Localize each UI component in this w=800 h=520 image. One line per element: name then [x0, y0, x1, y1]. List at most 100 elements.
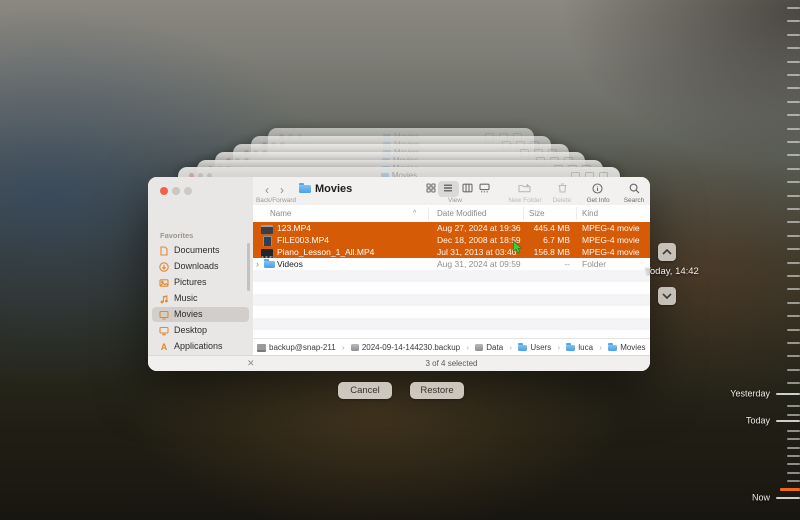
- sidebar-item-pictures[interactable]: Pictures: [152, 275, 249, 290]
- timeline-tick[interactable]: [787, 154, 800, 156]
- timeline-tick-yesterday[interactable]: [776, 393, 800, 395]
- column-header-name[interactable]: Name: [270, 205, 291, 222]
- timeline-tick[interactable]: [787, 405, 800, 407]
- search-label: Search: [618, 197, 650, 204]
- status-bar: ✕ 3 of 4 selected: [148, 355, 650, 371]
- timeline-tick[interactable]: [787, 382, 800, 384]
- timeline-tick[interactable]: [787, 430, 800, 432]
- timeline-tick[interactable]: [787, 128, 800, 130]
- sidebar-scrollbar[interactable]: [247, 243, 250, 291]
- column-view-icon[interactable]: [462, 183, 473, 193]
- list-view-icon[interactable]: [443, 183, 453, 193]
- file-row-videos-folder[interactable]: › Videos Aug 31, 2024 at 09:59 -- Folder: [253, 258, 650, 270]
- timeline-tick[interactable]: [787, 315, 800, 317]
- search-icon[interactable]: [629, 183, 640, 194]
- back-forward-label: Back/Forward: [250, 197, 302, 204]
- timeline-label-yesterday[interactable]: Yesterday: [730, 388, 770, 398]
- column-header-date-modified[interactable]: Date Modified: [437, 205, 486, 222]
- timeline-tick[interactable]: [787, 74, 800, 76]
- timeline-tick[interactable]: [787, 438, 800, 440]
- column-header-row: Name ^ Date Modified Size Kind: [253, 205, 650, 223]
- path-item-data[interactable]: Data: [475, 339, 503, 356]
- timeline-label-now[interactable]: Now: [752, 492, 770, 502]
- back-button[interactable]: ‹: [260, 184, 274, 197]
- get-info-label: Get Info: [578, 197, 618, 204]
- timeline-tick[interactable]: [787, 463, 800, 465]
- timeline-tick[interactable]: [787, 302, 800, 304]
- timeline-tick[interactable]: [787, 472, 800, 474]
- file-row-piano-lesson[interactable]: Piano_Lesson_1_All.MP4 Jul 31, 2013 at 0…: [253, 246, 650, 258]
- video-file-icon: [261, 249, 273, 258]
- sidebar-item-movies[interactable]: Movies: [152, 307, 249, 322]
- timeline-tick-current[interactable]: [780, 488, 800, 491]
- timeline-tick[interactable]: [787, 20, 800, 22]
- column-header-size[interactable]: Size: [529, 205, 545, 222]
- timeline[interactable]: Yesterday Today Now: [670, 0, 800, 520]
- timeline-tick[interactable]: [787, 342, 800, 344]
- gallery-view-icon[interactable]: [479, 183, 490, 193]
- desktop: Movies Movies Movies Movies Movies Movie…: [0, 0, 800, 520]
- close-button[interactable]: [160, 187, 168, 195]
- pictures-icon: [159, 278, 169, 288]
- timeline-tick[interactable]: [787, 369, 800, 371]
- get-info-icon[interactable]: [592, 183, 603, 194]
- timeline-tick[interactable]: [787, 34, 800, 36]
- timeline-tick[interactable]: [787, 455, 800, 457]
- timeline-tick[interactable]: [787, 355, 800, 357]
- sidebar-item-music[interactable]: Music: [152, 291, 249, 306]
- timeline-tick[interactable]: [787, 262, 800, 264]
- path-separator-icon: ›: [342, 339, 345, 356]
- sort-ascending-icon[interactable]: ^: [413, 205, 416, 222]
- sidebar-item-desktop[interactable]: Desktop: [152, 323, 249, 338]
- path-item-users[interactable]: Users: [518, 339, 551, 356]
- timeline-tick[interactable]: [787, 47, 800, 49]
- video-file-icon: [263, 236, 272, 247]
- path-item-luca[interactable]: luca: [566, 339, 593, 356]
- sidebar-item-downloads[interactable]: Downloads: [152, 259, 249, 274]
- timeline-tick[interactable]: [787, 208, 800, 210]
- timeline-tick[interactable]: [787, 447, 800, 449]
- folder-icon: [518, 345, 527, 351]
- timeline-tick[interactable]: [787, 141, 800, 143]
- timeline-tick[interactable]: [787, 414, 800, 416]
- sidebar: Favorites Documents Downloads Pictures M…: [148, 205, 254, 371]
- path-item-backup-snapshot[interactable]: 2024-09-14-144230.backup: [351, 339, 460, 356]
- timeline-tick[interactable]: [787, 181, 800, 183]
- disclosure-chevron-icon[interactable]: ›: [256, 258, 259, 270]
- timeline-tick[interactable]: [787, 87, 800, 89]
- desktop-icon: [159, 326, 169, 336]
- timeline-tick[interactable]: [787, 101, 800, 103]
- forward-in-time-button[interactable]: [658, 287, 676, 305]
- path-item-movies[interactable]: Movies: [608, 339, 645, 356]
- timeline-tick[interactable]: [787, 275, 800, 277]
- file-row-123-mp4[interactable]: 123.MP4 Aug 27, 2024 at 19:36 445.4 MB M…: [253, 222, 650, 234]
- timeline-tick[interactable]: [787, 248, 800, 250]
- timeline-tick[interactable]: [787, 195, 800, 197]
- file-row-file003-mp4[interactable]: FILE003.MP4 Dec 18, 2008 at 18:59 6.7 MB…: [253, 234, 650, 246]
- timeline-tick[interactable]: [787, 329, 800, 331]
- timeline-tick[interactable]: [787, 480, 800, 482]
- path-item-backup-server[interactable]: backup@snap-211: [257, 339, 336, 356]
- column-header-kind[interactable]: Kind: [582, 205, 598, 222]
- timeline-label-today[interactable]: Today: [746, 415, 770, 425]
- sidebar-item-documents[interactable]: Documents: [152, 243, 249, 258]
- sidebar-item-applications[interactable]: A Applications: [152, 339, 249, 354]
- timeline-tick-now[interactable]: [776, 497, 800, 499]
- timeline-tick[interactable]: [787, 168, 800, 170]
- path-separator-icon: ›: [466, 339, 469, 356]
- timeline-tick[interactable]: [787, 61, 800, 63]
- new-folder-label: New Folder: [504, 197, 546, 204]
- timeline-tick[interactable]: [787, 235, 800, 237]
- back-in-time-button[interactable]: [658, 243, 676, 261]
- grid-view-icon[interactable]: [426, 183, 436, 193]
- timeline-tick[interactable]: [787, 221, 800, 223]
- timeline-tick-today[interactable]: [776, 420, 800, 422]
- path-bar: backup@snap-211 › 2024-09-14-144230.back…: [253, 338, 650, 356]
- timeline-tick[interactable]: [787, 7, 800, 9]
- movies-icon: [159, 310, 169, 320]
- cancel-button[interactable]: Cancel: [338, 382, 392, 399]
- restore-button[interactable]: Restore: [410, 382, 464, 399]
- timeline-tick[interactable]: [787, 288, 800, 290]
- forward-button[interactable]: ›: [275, 184, 289, 197]
- timeline-tick[interactable]: [787, 114, 800, 116]
